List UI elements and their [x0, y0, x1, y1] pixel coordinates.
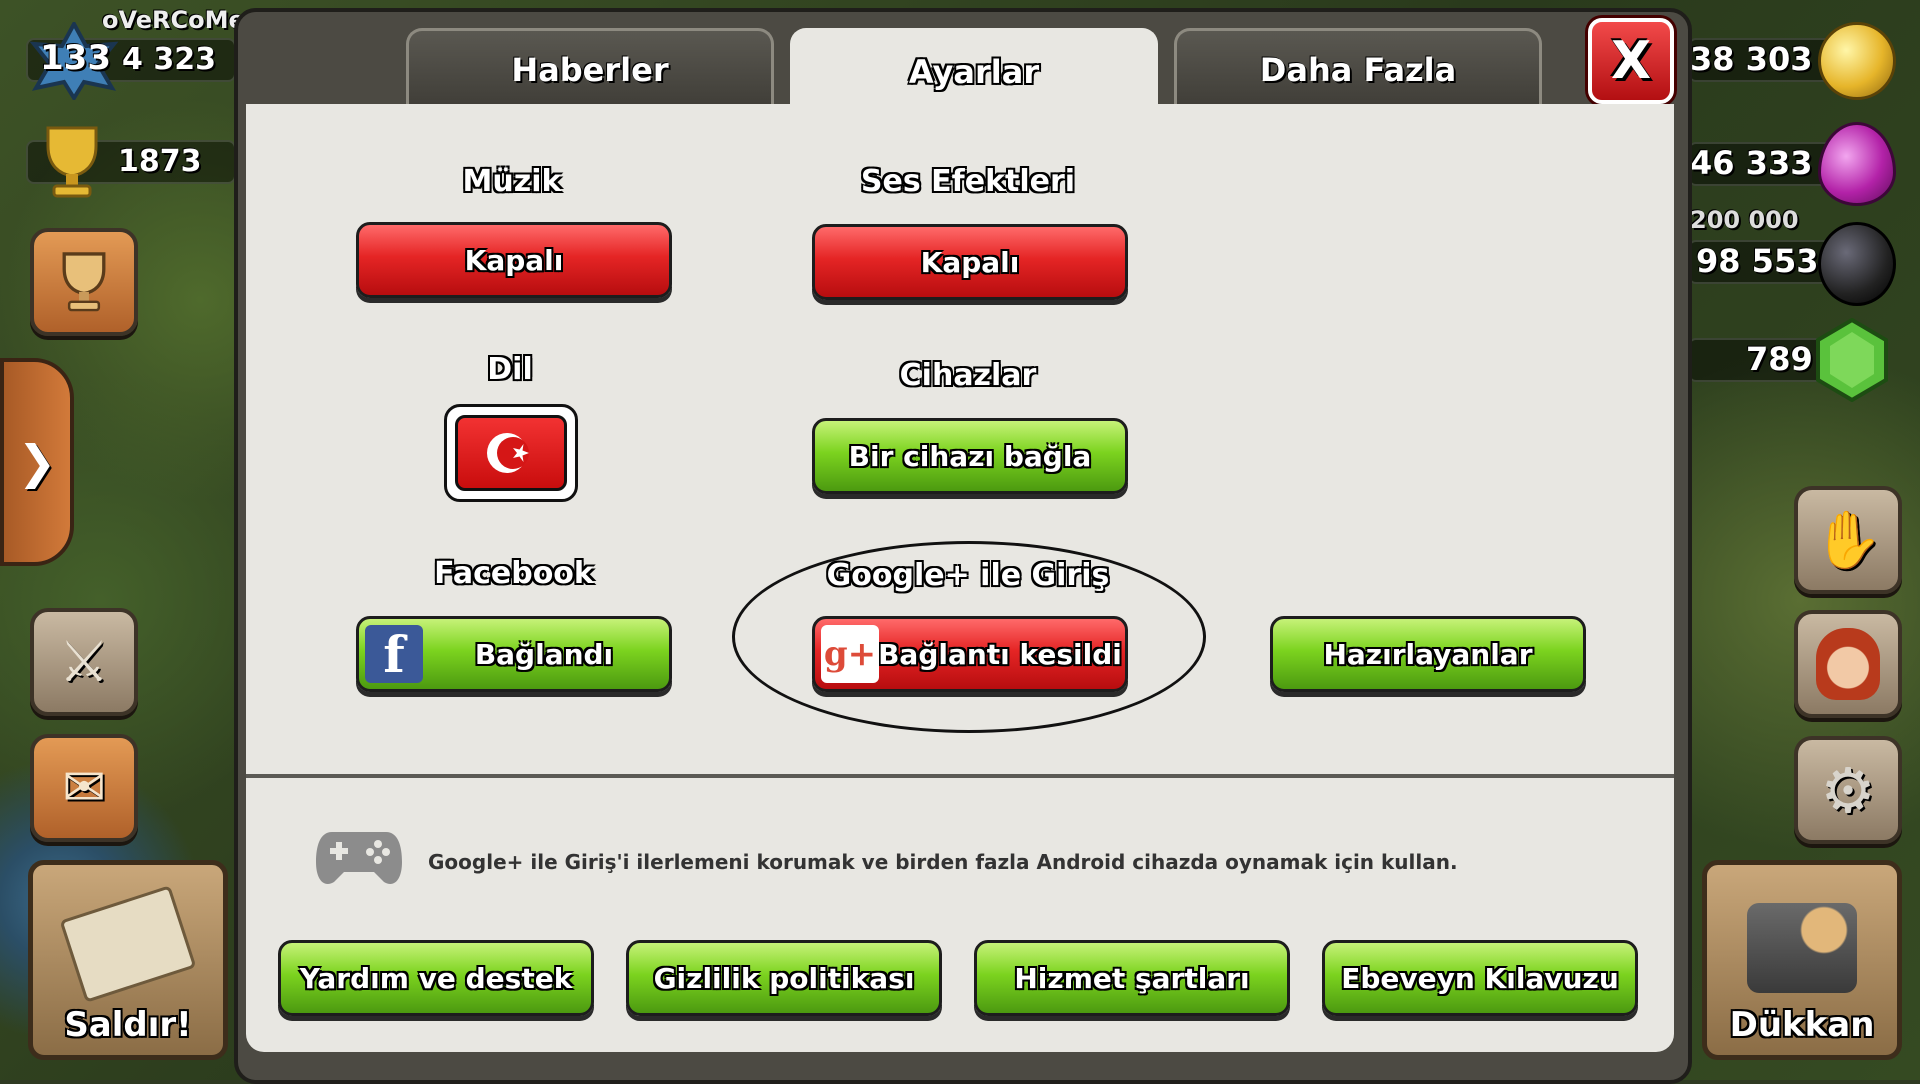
devices-label: Cihazlar [899, 358, 1037, 393]
trophy-icon [34, 122, 110, 202]
credits-button[interactable]: Hazırlayanlar [1270, 616, 1586, 692]
attack-button[interactable]: Saldır! [28, 860, 228, 1060]
player-name: oVeRCoMe [102, 6, 245, 34]
google-connect-button[interactable]: g+ Bağlantı kesildi [812, 616, 1128, 692]
edit-layout-button[interactable]: ✋ [1794, 486, 1902, 594]
sfx-label: Ses Efektleri [860, 164, 1076, 199]
shop-button[interactable]: Dükkan [1702, 860, 1902, 1060]
shop-label: Dükkan [1729, 1005, 1875, 1045]
gold-amount: 38 303 [1690, 40, 1813, 78]
chevron-right-icon: ❯ [17, 435, 57, 489]
gems-amount: 789 [1746, 340, 1813, 378]
tab-news[interactable]: Haberler [406, 28, 774, 109]
language-label: Dil [487, 352, 533, 387]
gear-icon: ⚙ [1820, 753, 1876, 827]
google-status-label: Bağlantı kesildi [878, 637, 1122, 671]
messages-button[interactable]: ✉ [30, 734, 138, 842]
gold-coin-icon [1818, 22, 1896, 100]
shop-builder-icon [1747, 903, 1857, 993]
turkey-flag-icon [455, 415, 567, 491]
facebook-connect-button[interactable]: f Bağlandı [356, 616, 672, 692]
close-button[interactable]: X [1588, 18, 1674, 104]
hero-portrait-icon [1816, 628, 1880, 700]
profile-button[interactable] [1794, 610, 1902, 718]
dark-elixir-amount: 98 553 [1696, 242, 1819, 280]
facebook-status-label: Bağlandı [474, 637, 614, 671]
music-label: Müzik [462, 164, 562, 199]
sfx-toggle-button[interactable]: Kapalı [812, 224, 1128, 300]
trophy-icon [62, 252, 106, 312]
side-drawer-button[interactable]: ❯ [0, 358, 74, 566]
facebook-icon: f [365, 625, 423, 684]
dark-elixir-drop-icon [1818, 222, 1896, 306]
treasure-map-icon [59, 885, 197, 1003]
clan-war-button[interactable]: ⚔ [30, 608, 138, 716]
xp-value: 4 323 [122, 42, 216, 77]
privacy-policy-button[interactable]: Gizlilik politikası [626, 940, 942, 1016]
section-divider [246, 774, 1674, 778]
tab-more[interactable]: Daha Fazla [1174, 28, 1542, 109]
player-level: 133 [40, 38, 111, 78]
help-support-button[interactable]: Yardım ve destek [278, 940, 594, 1016]
attack-label: Saldır! [64, 1005, 192, 1045]
dark-elixir-capacity: 200 000 [1690, 206, 1799, 234]
gamepad-icon [314, 822, 404, 892]
facebook-label: Facebook [434, 556, 594, 591]
google-plus-icon: g+ [821, 625, 879, 683]
google-info-text: Google+ ile Giriş'i ilerlemeni korumak v… [428, 850, 1458, 874]
tab-settings[interactable]: Ayarlar [790, 28, 1158, 113]
envelope-icon: ✉ [62, 758, 106, 818]
connect-device-button[interactable]: Bir cihazı bağla [812, 418, 1128, 494]
gem-icon [1814, 317, 1890, 403]
hand-move-icon: ✋ [1813, 508, 1883, 573]
music-toggle-button[interactable]: Kapalı [356, 222, 672, 298]
terms-of-service-button[interactable]: Hizmet şartları [974, 940, 1290, 1016]
leagues-button[interactable] [30, 228, 138, 336]
language-button[interactable] [444, 404, 578, 502]
crossed-swords-icon: ⚔ [58, 629, 110, 695]
trophy-count: 1873 [118, 144, 202, 179]
parent-guide-button[interactable]: Ebeveyn Kılavuzu [1322, 940, 1638, 1016]
elixir-amount: 46 333 [1690, 144, 1813, 182]
settings-button[interactable]: ⚙ [1794, 736, 1902, 844]
google-label: Google+ ile Giriş [826, 558, 1110, 593]
